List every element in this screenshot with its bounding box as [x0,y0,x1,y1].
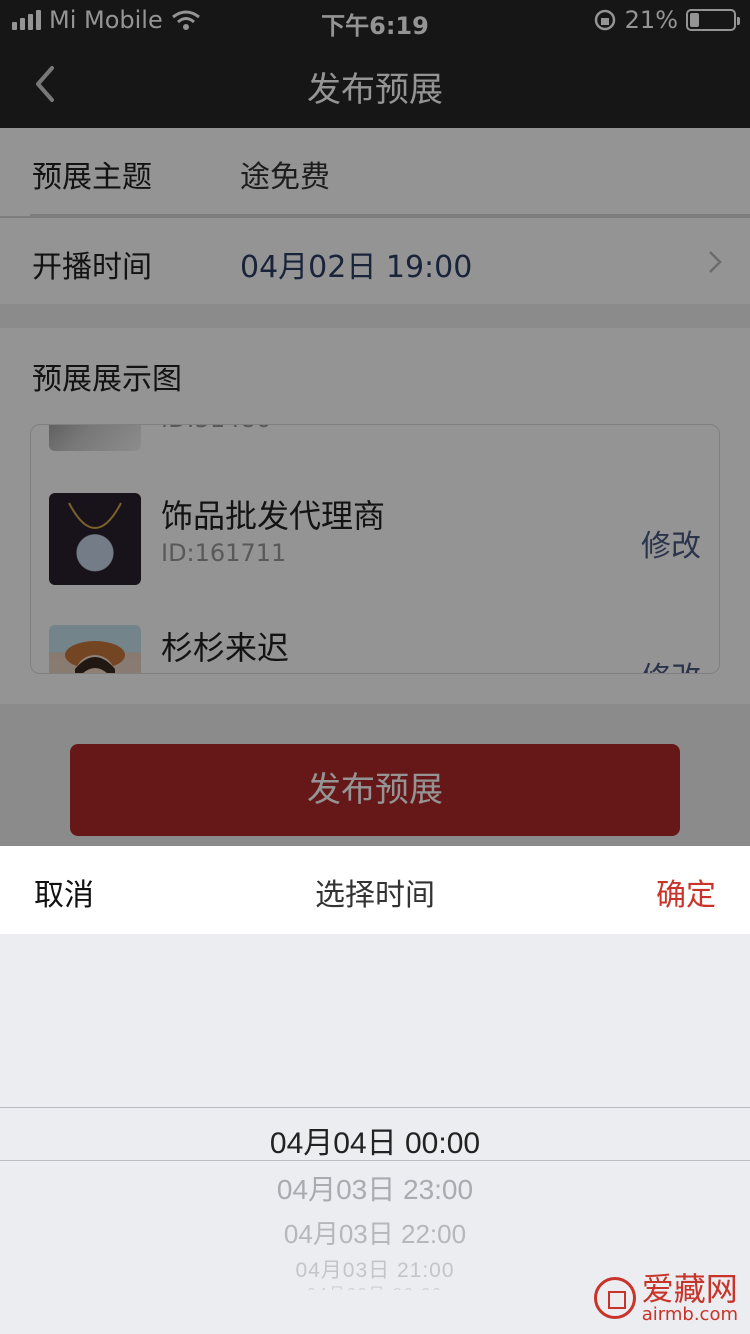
watermark-text: 爱藏网 airmb.com [642,1272,738,1324]
picker-header: 取消 选择时间 确定 [0,846,750,934]
watermark-domain: airmb.com [641,1304,738,1325]
modal-overlay[interactable] [0,0,750,846]
picker-option[interactable]: 04月03日 23:00 [0,1168,750,1208]
selection-line-top [0,1107,750,1108]
watermark-name: 爱藏网 [641,1270,738,1308]
time-picker-wheel[interactable]: 04月04日 00:00 04月03日 23:00 04月03日 22:00 0… [0,934,750,1334]
picker-option-selected[interactable]: 04月04日 00:00 [0,1118,750,1162]
picker-title: 选择时间 [315,878,435,913]
picker-option[interactable]: 04月03日 22:00 [0,1214,750,1251]
confirm-button[interactable]: 确定 [656,870,716,914]
seal-icon [593,1277,636,1319]
watermark-logo: 爱藏网 airmb.com [593,1272,738,1324]
